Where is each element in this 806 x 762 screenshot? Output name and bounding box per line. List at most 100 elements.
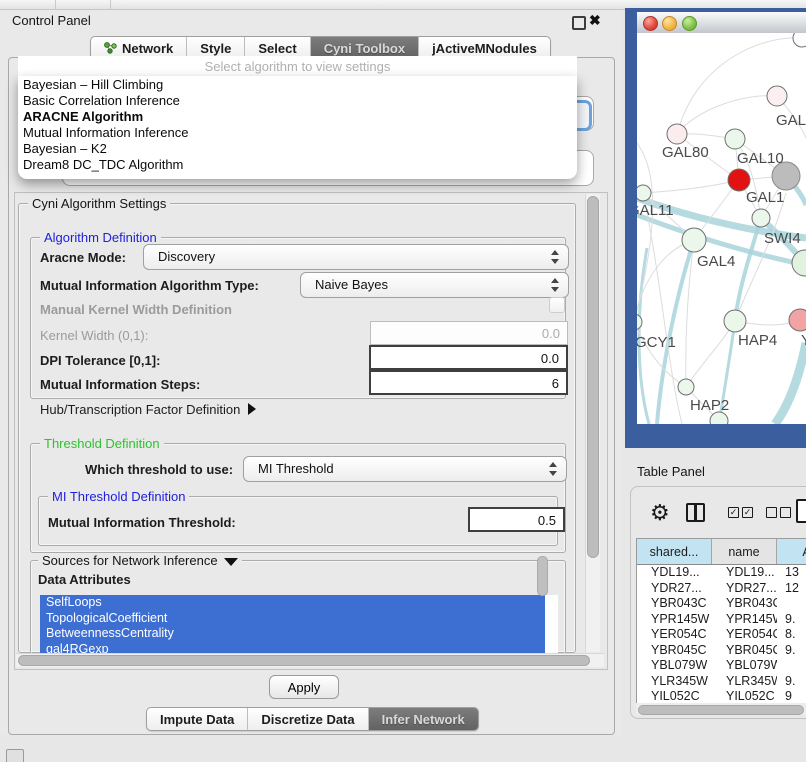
deselect-all-columns-icon[interactable] bbox=[766, 507, 791, 518]
network-view-window: GALGAL80GAL10GAL1GAL11SWI4GAL4GCY1HAP4YH… bbox=[625, 8, 806, 448]
close-icon[interactable]: ✖ bbox=[589, 12, 601, 29]
tab-infer-network[interactable]: Infer Network bbox=[369, 708, 478, 730]
mi-type-value: Naive Bayes bbox=[315, 277, 388, 292]
select-all-columns-icon[interactable]: ✓✓ bbox=[728, 507, 753, 518]
attribute-list-item[interactable]: SelfLoops bbox=[40, 595, 545, 611]
network-node[interactable] bbox=[725, 129, 745, 149]
table-row[interactable]: YDL19...YDL19...13 bbox=[637, 565, 806, 581]
table-cell: YER054C bbox=[712, 627, 777, 643]
tab-label: Select bbox=[258, 41, 296, 56]
hub-section-toggle[interactable]: Hub/Transcription Factor Definition bbox=[40, 402, 256, 417]
column-header-name[interactable]: name bbox=[712, 539, 777, 564]
mi-threshold-field[interactable]: 0.5 bbox=[468, 507, 565, 532]
column-header-a[interactable]: A bbox=[777, 539, 806, 564]
table-row[interactable]: YPR145WYPR145W9. bbox=[637, 612, 806, 628]
dpi-tolerance-field[interactable]: 0.0 bbox=[369, 345, 568, 370]
dropdown-option[interactable]: Bayesian – K2 bbox=[18, 141, 577, 157]
panel-title: Control Panel bbox=[12, 13, 91, 28]
table-cell: YBL079W bbox=[712, 658, 777, 674]
network-node[interactable] bbox=[767, 86, 787, 106]
kernel-width-field[interactable]: 0.0 bbox=[370, 321, 568, 345]
stepper-arrows-icon bbox=[551, 249, 560, 265]
kernel-width-label: Kernel Width (0,1): bbox=[40, 328, 148, 343]
which-threshold-combobox[interactable]: MI Threshold bbox=[243, 456, 567, 482]
table-row[interactable]: YBR045CYBR045C9. bbox=[637, 643, 806, 659]
manual-kernel-checkbox[interactable] bbox=[549, 297, 565, 313]
table-row[interactable]: YLR345WYLR345W9. bbox=[637, 674, 806, 690]
apply-button[interactable]: Apply bbox=[269, 675, 339, 699]
data-attributes-list[interactable]: SelfLoopsTopologicalCoefficientBetweenne… bbox=[40, 595, 558, 661]
collapsed-arrow-icon bbox=[248, 403, 256, 415]
settings-horizontal-scrollbar-thumb[interactable] bbox=[18, 655, 590, 666]
mi-steps-field[interactable]: 6 bbox=[369, 370, 568, 395]
column-header-shared[interactable]: shared... bbox=[637, 539, 712, 564]
columns-icon[interactable] bbox=[686, 503, 705, 522]
node-label: GAL80 bbox=[662, 144, 709, 161]
mi-type-combobox[interactable]: Naive Bayes bbox=[300, 272, 569, 298]
dropdown-option[interactable]: Dream8 DC_TDC Algorithm bbox=[18, 157, 577, 173]
tab-impute-data[interactable]: Impute Data bbox=[147, 708, 248, 730]
data-attributes-label: Data Attributes bbox=[38, 572, 131, 587]
dropdown-option[interactable]: Bayesian – Hill Climbing bbox=[18, 77, 577, 93]
table-cell: 9. bbox=[777, 643, 806, 659]
algorithm-combobox[interactable]: Select algorithm to view settings bbox=[18, 56, 577, 77]
table-cell: YPR145W bbox=[712, 612, 777, 628]
algorithm-combobox-placeholder: Select algorithm to view settings bbox=[18, 56, 577, 74]
network-edge[interactable] bbox=[643, 180, 739, 193]
float-panel-icon[interactable] bbox=[572, 16, 586, 30]
table-row[interactable]: YER054CYER054C8. bbox=[637, 627, 806, 643]
zoom-traffic-light[interactable] bbox=[682, 16, 697, 31]
dropdown-option[interactable]: Basic Correlation Inference bbox=[18, 93, 577, 109]
dock-panel-icon[interactable] bbox=[6, 749, 24, 762]
table-cell: YDL19... bbox=[712, 565, 777, 581]
table-cell: YBR045C bbox=[712, 643, 777, 659]
mi-threshold-label: Mutual Information Threshold: bbox=[48, 515, 236, 530]
table-row[interactable]: YDR27...YDR27...12 bbox=[637, 581, 806, 597]
gear-icon[interactable]: ⚙ bbox=[650, 500, 670, 526]
network-icon bbox=[104, 42, 117, 54]
network-canvas[interactable]: GALGAL80GAL10GAL1GAL11SWI4GAL4GCY1HAP4YH… bbox=[637, 33, 806, 424]
network-node[interactable] bbox=[728, 169, 750, 191]
attributes-scrollbar[interactable] bbox=[537, 556, 548, 596]
table-cell: 12 bbox=[777, 581, 806, 597]
table-horizontal-scrollbar-thumb[interactable] bbox=[638, 705, 804, 715]
tab-label: jActiveMNodules bbox=[432, 41, 537, 56]
network-window-titlebar[interactable] bbox=[637, 12, 806, 34]
tab-label: Network bbox=[122, 41, 173, 56]
dropdown-option[interactable]: Mutual Information Inference bbox=[18, 125, 577, 141]
table-toolbar: ⚙ ✓✓ bbox=[636, 498, 806, 534]
network-node[interactable] bbox=[789, 309, 806, 331]
table-cell: 9. bbox=[777, 674, 806, 690]
attribute-list-item[interactable]: BetweennessCentrality bbox=[40, 626, 545, 642]
network-node[interactable] bbox=[637, 314, 642, 330]
node-label: HAP2 bbox=[690, 397, 729, 414]
node-label: GAL11 bbox=[637, 202, 674, 219]
network-node[interactable] bbox=[678, 379, 694, 395]
network-node[interactable] bbox=[637, 185, 651, 201]
algorithm-dropdown-popup: Bayesian – Hill ClimbingBasic Correlatio… bbox=[18, 76, 577, 179]
network-node[interactable] bbox=[793, 33, 806, 47]
network-node[interactable] bbox=[682, 228, 706, 252]
aracne-mode-combobox[interactable]: Discovery bbox=[143, 244, 569, 270]
dropdown-option[interactable]: ARACNE Algorithm bbox=[18, 109, 577, 125]
sources-title[interactable]: Sources for Network Inference bbox=[38, 553, 242, 568]
tab-discretize-data[interactable]: Discretize Data bbox=[248, 708, 368, 730]
minimize-traffic-light[interactable] bbox=[662, 16, 677, 31]
table-cell: YDR27... bbox=[712, 581, 777, 597]
file-icon[interactable] bbox=[796, 499, 806, 523]
hub-section-label: Hub/Transcription Factor Definition bbox=[40, 402, 240, 417]
attribute-list-item[interactable]: TopologicalCoefficient bbox=[40, 611, 545, 627]
table-row[interactable]: YBR043CYBR043C bbox=[637, 596, 806, 612]
network-edge-strong[interactable] bbox=[775, 343, 806, 424]
settings-vertical-scrollbar-thumb[interactable] bbox=[587, 196, 599, 558]
close-traffic-light[interactable] bbox=[643, 16, 658, 31]
network-edge-strong[interactable] bbox=[657, 240, 694, 424]
network-node[interactable] bbox=[724, 310, 746, 332]
network-node[interactable] bbox=[667, 124, 687, 144]
attribute-table[interactable]: shared...nameA YDL19...YDL19...13YDR27..… bbox=[636, 538, 806, 705]
table-cell: YBR045C bbox=[637, 643, 712, 659]
table-body: YDL19...YDL19...13YDR27...YDR27...12YBR0… bbox=[637, 565, 806, 705]
network-edge[interactable] bbox=[677, 96, 777, 134]
network-node[interactable] bbox=[752, 209, 770, 227]
table-row[interactable]: YBL079WYBL079W bbox=[637, 658, 806, 674]
